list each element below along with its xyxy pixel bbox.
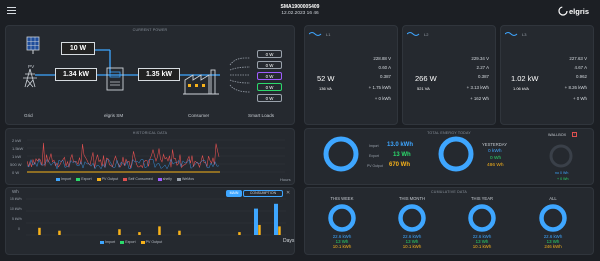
consumer-value: 1.35 kW <box>138 68 180 81</box>
import-bar <box>254 208 258 235</box>
yesterday-donut <box>438 136 474 172</box>
bar-y-unit: Wh <box>12 189 19 194</box>
hist-y-tick-0: 2 kW <box>12 138 22 143</box>
pv-value: 10 W <box>61 42 95 55</box>
hist-y-tick-1: 1.5kW <box>12 146 24 151</box>
grid-value: 1.34 kW <box>55 68 97 81</box>
hist-legend: Import Export PV Output Self Consumed sh… <box>56 177 198 181</box>
hist-y-tick-4: 0 W <box>12 170 20 175</box>
bar-legend: Import Export PV Output <box>100 240 166 244</box>
smart-loads-label: Smart Loads <box>248 113 275 118</box>
cum-pv: 246 kWh <box>544 244 562 249</box>
wave-icon <box>407 31 421 37</box>
grid-label: Grid <box>24 113 33 118</box>
wave-icon <box>309 31 323 37</box>
daily-bar-chart <box>26 198 286 236</box>
device-id: SMA1900005409 <box>280 4 320 10</box>
cum-donut <box>539 204 567 232</box>
hist-y-tick-3: 500 W <box>10 162 22 167</box>
smart-load-1[interactable]: 0 W <box>257 50 282 58</box>
cumulative-card-1: THIS MONTH 22.6 kWh 13 Wh 10.1 kWh <box>392 196 432 249</box>
cum-period: THIS MONTH <box>398 196 426 201</box>
cum-pv: 10.1 kWh <box>472 244 492 249</box>
pv-bar <box>58 230 61 235</box>
smart-load-5[interactable]: 0 W <box>257 94 282 102</box>
hist-y-tick-2: 1 kW <box>12 154 22 159</box>
historical-chart <box>27 139 285 173</box>
consumer-label: Consumer <box>188 113 210 118</box>
phase-panel-l1: L1 228.88 V 0.60 A 0.387 52 W 136 VA + 1… <box>304 25 398 125</box>
datetime: 12.02.2023 16 46 <box>281 11 319 16</box>
sm-label: elgris SM <box>104 113 124 118</box>
tab-main[interactable]: MAIN <box>226 190 242 197</box>
pv-bar <box>238 232 241 235</box>
phase-panel-l3: L3 227.63 V 4.67 A 0.962 1.02 kW 1.06 kV… <box>500 25 594 125</box>
phase-panel-l2: L2 229.34 V 2.27 A 0.387 266 W 521 VA + … <box>402 25 496 125</box>
smart-meter-icon <box>104 64 126 94</box>
wallbox-gauge <box>549 144 573 168</box>
import-bar <box>274 203 278 235</box>
cum-donut <box>328 204 356 232</box>
smart-load-2[interactable]: 0 W <box>257 61 282 69</box>
cumulative-card-3: ALL 22.6 kWh 13 Wh 246 kWh <box>533 196 573 249</box>
cum-period: ALL <box>549 196 557 201</box>
hist-x-label: Hours <box>280 177 291 182</box>
cum-donut <box>468 204 496 232</box>
cum-pv: 10.1 kWh <box>332 244 352 249</box>
cum-donut <box>398 204 426 232</box>
pv-bar <box>38 227 41 235</box>
pv-bar <box>118 229 121 235</box>
factory-icon <box>183 66 221 96</box>
wallbox-alert-icon[interactable]: ! <box>572 132 577 137</box>
cumulative-card-0: THIS WEEK 22.6 kWh 13 Wh 10.1 kWh <box>322 196 362 249</box>
bar-x-label: Days <box>283 238 295 244</box>
power-tower-icon <box>22 68 38 88</box>
cumulative-card-2: THIS YEAR 22.6 kWh 13 Wh 10.1 kWh <box>462 196 502 249</box>
smart-load-3[interactable]: 0 W <box>257 72 282 80</box>
solar-panel-icon <box>26 36 40 54</box>
cum-period: THIS YEAR <box>470 196 494 201</box>
pv-bar <box>178 230 181 235</box>
brand-logo: elgris <box>558 6 589 16</box>
cum-period: THIS WEEK <box>330 196 354 201</box>
smart-load-4[interactable]: 0 W <box>257 83 282 91</box>
tab-consumption[interactable]: CONSUMPTION <box>243 190 283 197</box>
wave-icon <box>505 31 519 37</box>
pv-bar <box>158 226 161 235</box>
pv-bar <box>278 226 281 235</box>
cum-pv: 10.1 kWh <box>402 244 422 249</box>
pv-bar <box>138 232 141 235</box>
settings-icon[interactable]: ✕ <box>286 190 290 196</box>
today-donut <box>323 136 359 172</box>
menu-icon[interactable] <box>7 7 16 15</box>
logo-icon <box>558 6 568 16</box>
pv-bar <box>258 224 261 235</box>
